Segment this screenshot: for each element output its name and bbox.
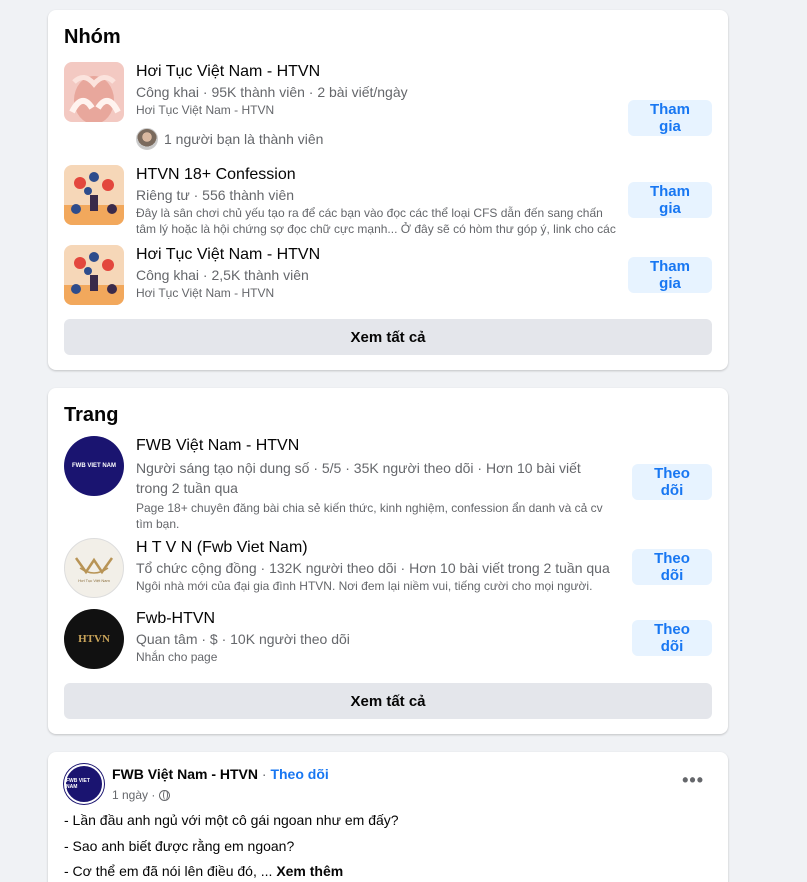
- post-avatar-logo: FWB VIET NAM: [66, 778, 90, 790]
- page-info: H T V N (Fwb Viet Nam) Tổ chức cộng đồng…: [136, 538, 616, 594]
- groups-title: Nhóm: [64, 26, 121, 48]
- more-options-icon[interactable]: •••: [682, 770, 704, 791]
- page-name[interactable]: FWB Việt Nam - HTVN: [136, 436, 616, 456]
- post-author-name[interactable]: FWB Việt Nam - HTVN: [112, 766, 258, 782]
- page-desc: Nhắn cho page: [136, 650, 218, 664]
- post-text-line: - Sao anh biết được rằng em ngoan?: [64, 838, 295, 854]
- group-info: Hơi Tục Việt Nam - HTVN Công khai · 2,5K…: [136, 245, 616, 301]
- group-info: HTVN 18+ Confession Riêng tư · 556 thành…: [136, 165, 616, 237]
- see-all-groups-button[interactable]: Xem tất cả: [64, 319, 712, 355]
- join-group-button[interactable]: Tham gia: [628, 257, 712, 293]
- group-item[interactable]: Hơi Tục Việt Nam - HTVN Công khai · 95K …: [64, 62, 712, 152]
- page-meta: Tổ chức cộng đồng · 132K người theo dõi …: [136, 560, 610, 576]
- page-avatar-logo: HTVN: [78, 633, 110, 645]
- page-item[interactable]: FWB VIET NAM FWB Việt Nam - HTVN Người s…: [64, 436, 712, 531]
- pages-title: Trang: [64, 404, 119, 426]
- group-item[interactable]: HTVN 18+ Confession Riêng tư · 556 thành…: [64, 165, 712, 237]
- post-text-line: - Lần đầu anh ngủ với một cô gái ngoan n…: [64, 812, 399, 828]
- page-avatar[interactable]: FWB VIET NAM: [64, 436, 124, 496]
- groups-card: Nhóm Hơi Tục Việt Nam - HTVN Công khai ·…: [48, 10, 728, 370]
- group-cover-image[interactable]: [64, 245, 124, 305]
- group-meta: Riêng tư · 556 thành viên: [136, 187, 295, 203]
- mutual-friends: 1 người bạn là thành viên: [136, 128, 323, 150]
- post-author-avatar[interactable]: FWB VIET NAM: [64, 764, 104, 804]
- group-name[interactable]: Hơi Tục Việt Nam - HTVN: [136, 245, 616, 265]
- page-item[interactable]: HTVN Fwb-HTVN Quan tâm · $ · 10K người t…: [64, 609, 712, 671]
- page-item[interactable]: Hơi Tục Việt Nam H T V N (Fwb Viet Nam) …: [64, 538, 712, 600]
- group-name[interactable]: Hơi Tục Việt Nam - HTVN: [136, 62, 616, 82]
- post-text-line-last: - Cơ thể em đã nói lên điều đó, ... Xem …: [64, 863, 343, 879]
- group-desc: Hơi Tục Việt Nam - HTVN: [136, 286, 275, 300]
- follow-page-button[interactable]: Theo dõi: [632, 464, 712, 500]
- page-desc: Page 18+ chuyên đăng bài chia sẻ kiến th…: [136, 501, 603, 531]
- group-info: Hơi Tục Việt Nam - HTVN Công khai · 95K …: [136, 62, 616, 118]
- page-info: Fwb-HTVN Quan tâm · $ · 10K người theo d…: [136, 609, 616, 665]
- group-meta: Công khai · 95K thành viên · 2 bài viết/…: [136, 84, 408, 100]
- page-avatar[interactable]: HTVN: [64, 609, 124, 669]
- group-cover-image[interactable]: [64, 62, 124, 122]
- see-more-link[interactable]: Xem thêm: [276, 863, 343, 879]
- page-meta: Người sáng tạo nội dung số · 5/5 · 35K n…: [136, 460, 581, 496]
- globe-icon: [159, 789, 171, 801]
- htvn-logo-icon: [74, 556, 114, 574]
- group-cover-image[interactable]: [64, 165, 124, 225]
- pages-card: Trang FWB VIET NAM FWB Việt Nam - HTVN N…: [48, 388, 728, 734]
- page-avatar-logo: FWB VIET NAM: [72, 463, 116, 469]
- post-separator: ·: [261, 766, 267, 782]
- page-avatar[interactable]: Hơi Tục Việt Nam: [64, 538, 124, 598]
- follow-page-button[interactable]: Theo dõi: [632, 549, 712, 585]
- group-name[interactable]: HTVN 18+ Confession: [136, 165, 616, 185]
- group-desc: Hơi Tục Việt Nam - HTVN: [136, 103, 275, 117]
- page-name[interactable]: H T V N (Fwb Viet Nam): [136, 538, 616, 558]
- post-author-line: FWB Việt Nam - HTVN · Theo dõi: [112, 766, 329, 782]
- page-avatar-logo: Hơi Tục Việt Nam: [78, 577, 110, 583]
- group-item[interactable]: Hơi Tục Việt Nam - HTVN Công khai · 2,5K…: [64, 245, 712, 307]
- post-time-label[interactable]: 1 ngày ·: [112, 788, 155, 802]
- group-meta: Công khai · 2,5K thành viên: [136, 267, 309, 283]
- page-info: FWB Việt Nam - HTVN Người sáng tạo nội d…: [136, 436, 616, 532]
- follow-page-button[interactable]: Theo dõi: [632, 620, 712, 656]
- friend-avatar[interactable]: [136, 128, 158, 150]
- page-meta: Quan tâm · $ · 10K người theo dõi: [136, 631, 350, 647]
- mutual-friends-label: 1 người bạn là thành viên: [164, 131, 324, 147]
- post-header: FWB VIET NAM FWB Việt Nam - HTVN · Theo …: [64, 764, 712, 808]
- join-group-button[interactable]: Tham gia: [628, 182, 712, 218]
- post-follow-link[interactable]: Theo dõi: [270, 766, 328, 782]
- post-card: FWB VIET NAM FWB Việt Nam - HTVN · Theo …: [48, 752, 728, 882]
- page-name[interactable]: Fwb-HTVN: [136, 609, 616, 629]
- post-timestamp: 1 ngày ·: [112, 788, 171, 802]
- page-desc: Ngôi nhà mới của đại gia đình HTVN. Nơi …: [136, 579, 593, 593]
- see-all-pages-button[interactable]: Xem tất cả: [64, 683, 712, 719]
- post-text: - Cơ thể em đã nói lên điều đó, ...: [64, 863, 273, 879]
- group-desc: Đây là sân chơi chủ yếu tạo ra để các bạ…: [136, 206, 616, 236]
- join-group-button[interactable]: Tham gia: [628, 100, 712, 136]
